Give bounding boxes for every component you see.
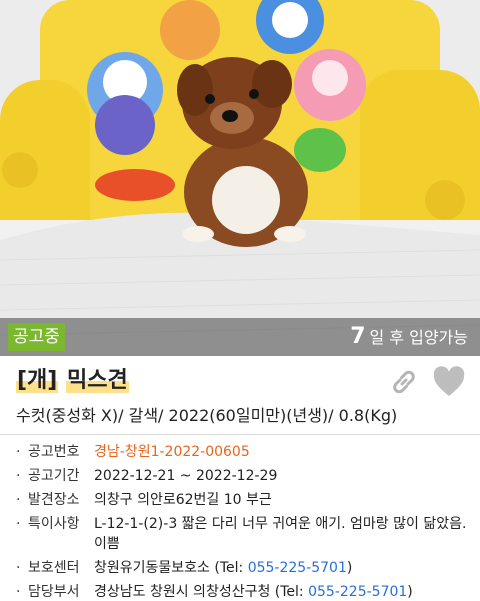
notice-number: 경남-창원1-2022-00605 [94,444,250,460]
animal-summary: 수컷(중성화 X)/ 갈색/ 2022(60일미만)(년생)/ 0.8(Kg) [16,406,398,425]
shelter-tel-link[interactable]: 055-225-5701 [248,560,347,576]
info-label: 발견장소 [28,492,80,508]
info-row-department: · 담당부서 경상남도 창원시 의창성산구청 (Tel: 055-225-570… [16,584,413,600]
divider [0,434,480,435]
info-label: 보호센터 [28,560,80,576]
adoption-text: 일 후 입양가능 [369,328,469,347]
department-tel-link[interactable]: 055-225-5701 [308,584,407,600]
animal-photo[interactable] [0,0,480,356]
info-list: · 공고번호 경남-창원1-2022-00605 · 공고기간 2022-12-… [16,442,474,601]
title-category: [개] [16,368,59,393]
info-row-special-notes: · 특이사항 L-12-1-(2)-3 짧은 다리 너무 귀여운 애기. 엄마랑… [16,514,474,554]
adoption-days: 7 [350,324,366,349]
notice-period: 2022-12-21 ~ 2022-12-29 [94,468,278,484]
info-label: 공고번호 [28,444,80,460]
info-row-notice-period: · 공고기간 2022-12-21 ~ 2022-12-29 [16,466,474,486]
info-row-shelter: · 보호센터 창원유기동물보호소 (Tel: 055-225-5701) [16,560,353,576]
heart-icon[interactable] [432,366,466,398]
department-name: 경상남도 창원시 의창성산구청 [94,584,271,600]
status-bar: 공고중 7일 후 입양가능 [0,318,480,356]
info-label: 공고기간 [28,468,80,484]
info-row-found-place: · 발견장소 의창구 의안로62번길 10 부근 [16,490,474,510]
info-label: 담당부서 [28,584,80,600]
info-row-notice-number: · 공고번호 경남-창원1-2022-00605 [16,444,250,460]
adoption-countdown: 7일 후 입양가능 [350,324,468,351]
page-title: [개] 믹스견 [16,366,129,396]
status-badge: 공고중 [8,323,65,351]
link-icon[interactable] [388,366,420,398]
found-place: 의창구 의안로62번길 10 부근 [94,492,272,508]
info-label: 특이사항 [28,516,80,532]
shelter-name: 창원유기동물보호소 [94,560,210,576]
special-notes: L-12-1-(2)-3 짧은 다리 너무 귀여운 애기. 엄마랑 많이 닮았음… [94,516,467,552]
title-breed: 믹스견 [66,368,129,393]
